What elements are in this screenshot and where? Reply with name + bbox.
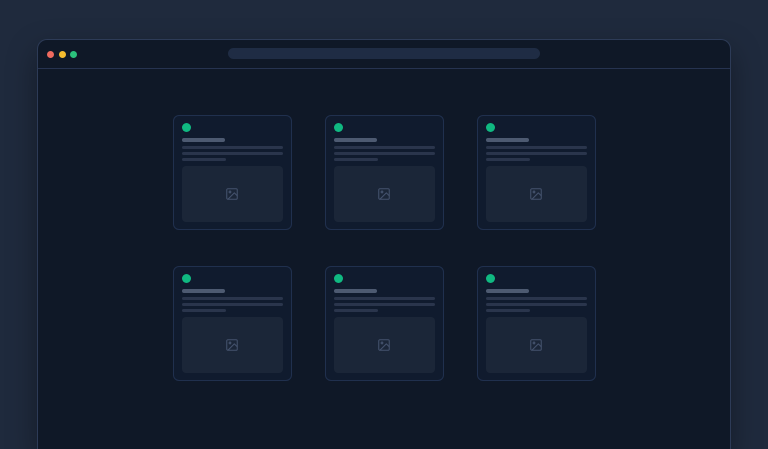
skeleton-title-line (334, 138, 377, 142)
traffic-lights (47, 51, 77, 58)
skeleton-text-line (334, 297, 435, 300)
image-icon (529, 187, 543, 201)
desktop-background: { "window": { "url_bar": { "value": "", … (0, 0, 768, 432)
image-icon (529, 338, 543, 352)
skeleton-text-line (334, 158, 378, 161)
browser-window (37, 39, 731, 449)
skeleton-text-line (486, 158, 530, 161)
traffic-light-button[interactable] (70, 51, 77, 58)
image-icon (225, 338, 239, 352)
window-content (38, 115, 730, 381)
skeleton-text-line (182, 146, 283, 149)
skeleton-title-line (182, 289, 225, 293)
card[interactable] (325, 266, 444, 381)
traffic-light-button[interactable] (47, 51, 54, 58)
skeleton-text-line (182, 152, 283, 155)
skeleton-text-line (486, 297, 587, 300)
image-icon (225, 187, 239, 201)
skeleton-title-line (486, 138, 529, 142)
status-dot (334, 123, 343, 132)
skeleton-title-line (334, 289, 377, 293)
skeleton-title-line (182, 138, 225, 142)
card[interactable] (173, 115, 292, 230)
skeleton-text-line (486, 309, 530, 312)
card[interactable] (477, 115, 596, 230)
image-placeholder (334, 166, 435, 222)
skeleton-title-line (486, 289, 529, 293)
image-icon (377, 187, 391, 201)
image-placeholder (334, 317, 435, 373)
skeleton-text-line (334, 146, 435, 149)
status-dot (182, 123, 191, 132)
image-placeholder (486, 166, 587, 222)
card[interactable] (173, 266, 292, 381)
skeleton-text-line (182, 303, 283, 306)
skeleton-text-line (182, 309, 226, 312)
skeleton-text-line (486, 303, 587, 306)
skeleton-text-line (182, 297, 283, 300)
skeleton-text-line (182, 158, 226, 161)
skeleton-text-line (334, 309, 378, 312)
skeleton-text-line (334, 152, 435, 155)
status-dot (486, 123, 495, 132)
image-icon (377, 338, 391, 352)
image-placeholder (182, 166, 283, 222)
address-bar[interactable] (228, 48, 540, 59)
window-titlebar (38, 40, 730, 69)
skeleton-text-line (486, 146, 587, 149)
image-placeholder (182, 317, 283, 373)
status-dot (182, 274, 191, 283)
image-placeholder (486, 317, 587, 373)
skeleton-text-line (334, 303, 435, 306)
card[interactable] (325, 115, 444, 230)
status-dot (334, 274, 343, 283)
card[interactable] (477, 266, 596, 381)
status-dot (486, 274, 495, 283)
traffic-light-button[interactable] (59, 51, 66, 58)
skeleton-text-line (486, 152, 587, 155)
card-grid (38, 115, 730, 381)
